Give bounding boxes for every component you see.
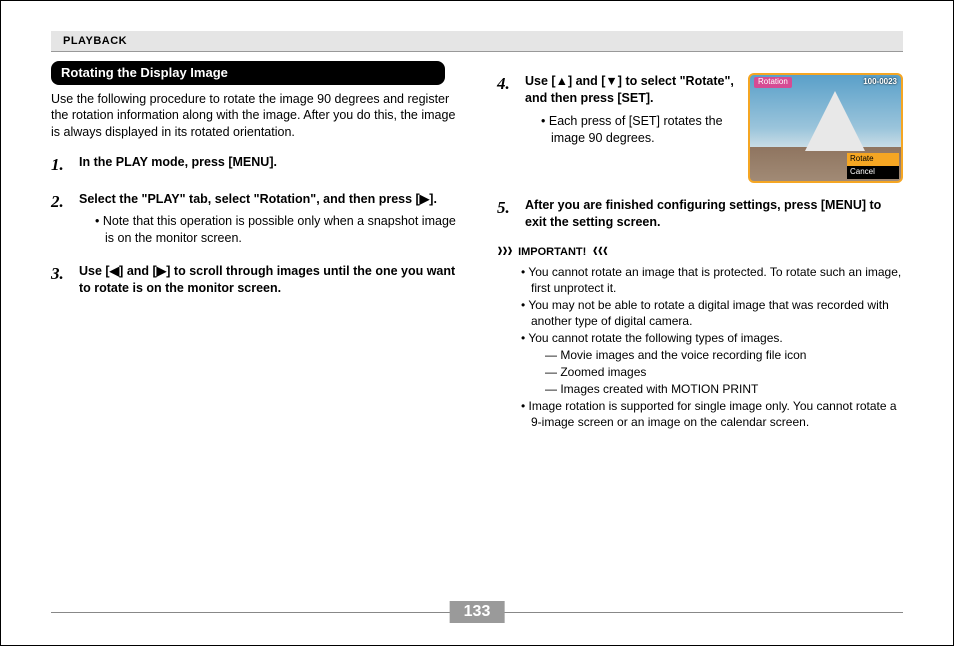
important-item: You cannot rotate an image that is prote… (521, 264, 903, 296)
step-number: 4. (497, 73, 515, 183)
mountain-icon (805, 91, 865, 151)
right-column: 4. Use [▲] and [▼] to select "Rotate", a… (497, 61, 903, 590)
important-label: IMPORTANT! (518, 245, 586, 260)
step-number: 5. (497, 197, 515, 231)
important-item: Image rotation is supported for single i… (521, 398, 903, 430)
menu-item-unselected: Cancel (847, 166, 899, 179)
step-title: After you are finished configuring setti… (525, 198, 881, 229)
step-note: Note that this operation is possible onl… (95, 213, 457, 247)
screenshot-mode-tag: Rotation (754, 77, 792, 88)
step-4: 4. Use [▲] and [▼] to select "Rotate", a… (497, 73, 903, 183)
section-label: PLAYBACK (63, 35, 127, 47)
important-item: You may not be able to rotate a digital … (521, 297, 903, 329)
menu-item-selected: Rotate (847, 153, 899, 166)
page-number: 133 (450, 601, 505, 623)
manual-page: PLAYBACK Rotating the Display Image Use … (0, 0, 954, 646)
step-number: 3. (51, 263, 69, 297)
step-3: 3. Use [◀] and [▶] to scroll through ima… (51, 263, 457, 297)
step-title: Use [◀] and [▶] to scroll through images… (79, 264, 455, 295)
section-header: PLAYBACK (51, 31, 903, 52)
screenshot-image-id: 100-0023 (863, 77, 897, 88)
important-subitem: Movie images and the voice recording fil… (545, 347, 903, 363)
step-title: Use [▲] and [▼] to select "Rotate", and … (525, 74, 734, 105)
important-list: You cannot rotate an image that is prote… (521, 264, 903, 431)
intro-paragraph: Use the following procedure to rotate th… (51, 91, 457, 142)
important-item: You cannot rotate the following types of… (521, 330, 903, 397)
camera-screenshot: Rotation 100-0023 Rotate Cancel (748, 73, 903, 183)
important-heading: ❱❱❱ IMPORTANT! ❰❰❰ (497, 245, 903, 260)
important-item-text: You cannot rotate the following types of… (528, 331, 782, 345)
important-subitem: Images created with MOTION PRINT (545, 381, 903, 397)
step-number: 2. (51, 191, 69, 250)
arrows-left-icon: ❰❰❰ (592, 245, 607, 259)
topic-title: Rotating the Display Image (51, 61, 445, 85)
screenshot-menu: Rotate Cancel (847, 153, 899, 179)
step-title: Select the "PLAY" tab, select "Rotation"… (79, 192, 437, 206)
step-2: 2. Select the "PLAY" tab, select "Rotati… (51, 191, 457, 250)
content-columns: Rotating the Display Image Use the follo… (51, 61, 903, 590)
step-title: In the PLAY mode, press [MENU]. (79, 155, 277, 169)
left-column: Rotating the Display Image Use the follo… (51, 61, 457, 590)
step-1: 1. In the PLAY mode, press [MENU]. (51, 154, 457, 177)
step-number: 1. (51, 154, 69, 177)
arrows-right-icon: ❱❱❱ (497, 245, 512, 259)
step-note: Each press of [SET] rotates the image 90… (541, 113, 736, 147)
important-subitem: Zoomed images (545, 364, 903, 380)
step-5: 5. After you are finished configuring se… (497, 197, 903, 231)
